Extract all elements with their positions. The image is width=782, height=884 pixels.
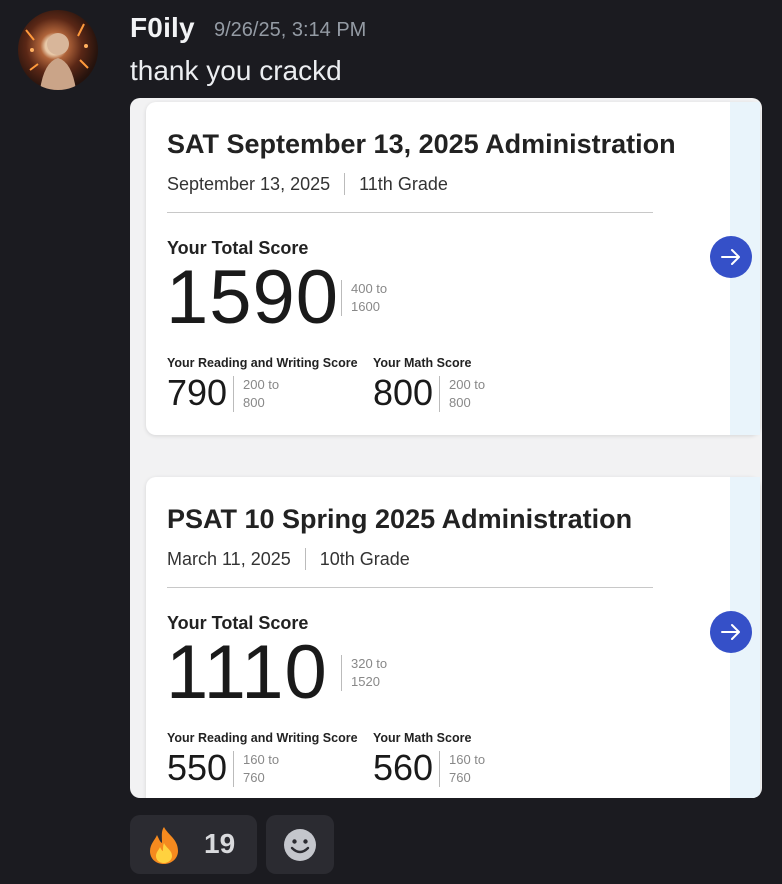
test-date: March 11, 2025 [167, 548, 291, 569]
range-min: 400 to [351, 281, 388, 296]
range-min: 200 to [243, 377, 280, 392]
view-details-button[interactable] [710, 611, 752, 653]
meta-divider [304, 548, 306, 570]
math-score-range: 200 to 800 [439, 376, 485, 412]
range-max: 1600 [351, 299, 380, 314]
divider [167, 212, 653, 213]
message-timestamp: 9/26/25, 3:14 PM [214, 19, 367, 41]
rw-score: 550 [167, 747, 228, 788]
avatar-image [25, 23, 89, 90]
message-text: thank you crackd [130, 55, 342, 86]
rw-score: 790 [167, 372, 228, 413]
range-min: 200 to [449, 377, 486, 392]
meta-divider [344, 173, 346, 195]
range-min: 160 to [243, 752, 280, 767]
reaction-count: 19 [204, 828, 236, 859]
range-max: 800 [243, 395, 265, 410]
math-score-label: Your Math Score [373, 731, 472, 745]
score-card-psat: PSAT 10 Spring 2025 Administration March… [146, 477, 760, 798]
card-title: PSAT 10 Spring 2025 Administration [167, 504, 633, 534]
range-max: 760 [243, 770, 265, 785]
avatar[interactable] [18, 10, 98, 90]
math-score: 560 [373, 747, 434, 788]
arrow-right-icon [721, 249, 740, 265]
card-meta: September 13, 2025 11th Grade [167, 173, 448, 195]
total-score: 1590 [166, 255, 340, 340]
grade-level: 11th Grade [359, 173, 448, 194]
username[interactable]: F0ily [130, 12, 195, 44]
range-max: 800 [449, 395, 471, 410]
test-date: September 13, 2025 [167, 173, 331, 194]
range-max: 1520 [351, 674, 380, 689]
add-reaction-button[interactable] [266, 815, 334, 874]
total-score-range: 400 to 1600 [341, 280, 387, 316]
grade-level: 10th Grade [319, 548, 410, 569]
range-max: 760 [449, 770, 471, 785]
rw-score-range: 200 to 800 [233, 376, 279, 412]
image-attachment[interactable]: SAT September 13, 2025 Administration Se… [130, 98, 762, 798]
view-details-button[interactable] [710, 236, 752, 278]
divider [167, 587, 653, 588]
card-meta: March 11, 2025 10th Grade [167, 548, 410, 570]
math-score-label: Your Math Score [373, 356, 472, 370]
range-min: 160 to [449, 752, 486, 767]
rw-score-range: 160 to 760 [233, 751, 279, 787]
math-score: 800 [373, 372, 434, 413]
range-min: 320 to [351, 656, 388, 671]
arrow-right-icon [721, 624, 740, 640]
total-score: 1110 [166, 630, 328, 715]
math-score-range: 160 to 760 [439, 751, 485, 787]
fire-emoji-icon [150, 827, 178, 864]
rw-score-label: Your Reading and Writing Score [167, 731, 358, 745]
card-title: SAT September 13, 2025 Administration [167, 129, 676, 159]
score-card-sat: SAT September 13, 2025 Administration Se… [146, 102, 760, 435]
add-reaction-icon [284, 829, 316, 861]
rw-score-label: Your Reading and Writing Score [167, 356, 358, 370]
reaction-fire[interactable]: 19 [130, 815, 257, 874]
total-score-range: 320 to 1520 [341, 655, 387, 691]
